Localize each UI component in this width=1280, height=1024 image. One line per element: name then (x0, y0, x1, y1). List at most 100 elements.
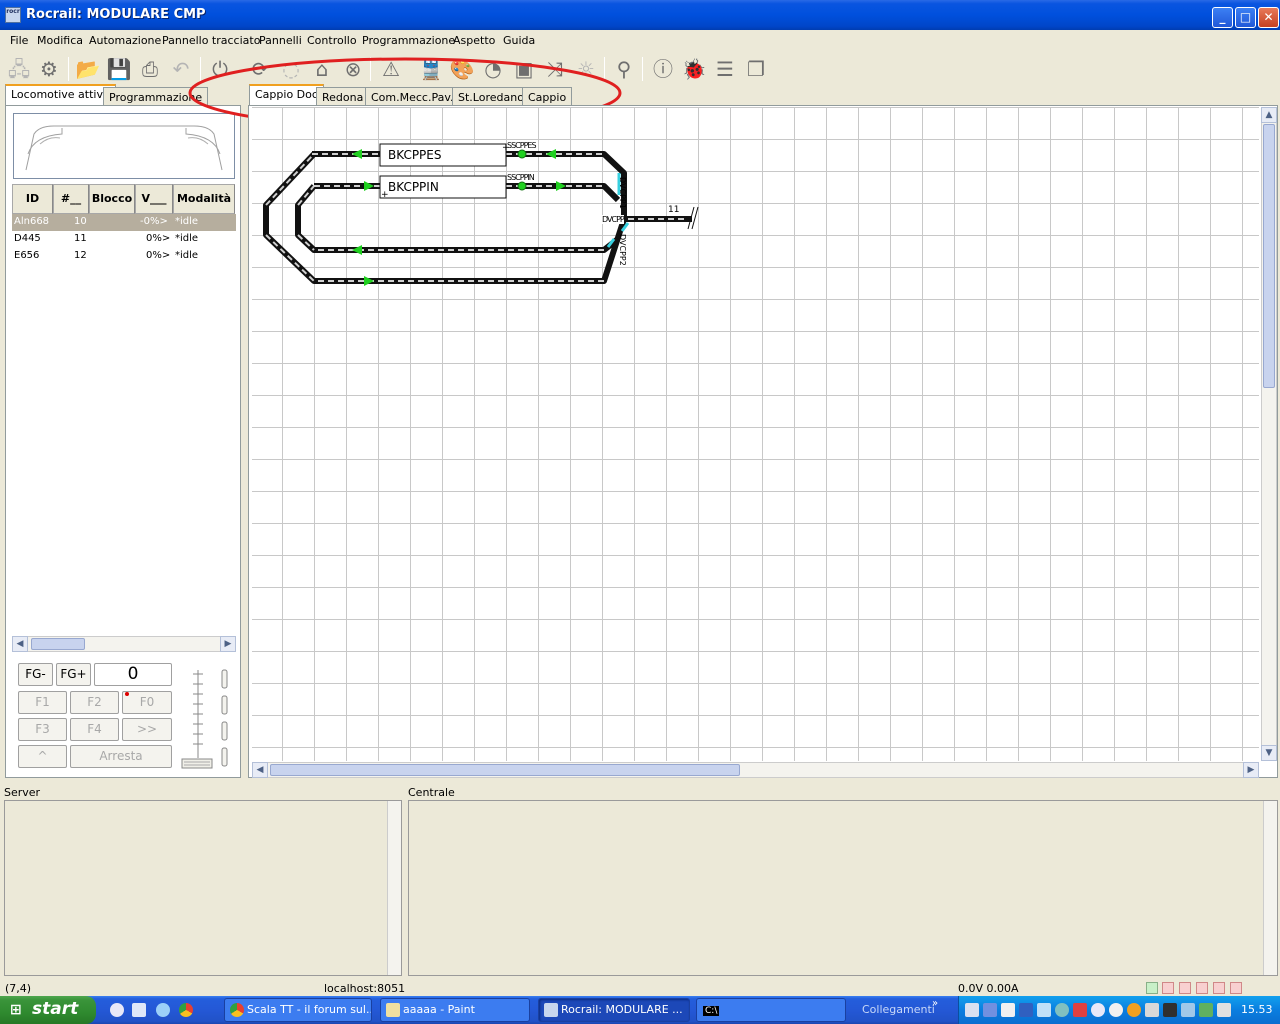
speed-display: 0 (94, 663, 172, 686)
menu-automazione[interactable]: Automazione (89, 34, 161, 47)
scroll-thumb[interactable] (270, 764, 740, 776)
links-expand-icon[interactable]: » (932, 998, 938, 1009)
menu-controllo[interactable]: Controllo (307, 34, 357, 47)
list-icon[interactable]: ☰ (712, 56, 738, 82)
save-icon[interactable]: 💾 (106, 56, 132, 82)
tray-icon[interactable] (1199, 1003, 1213, 1017)
col-mode-header[interactable]: Modalità (173, 184, 235, 214)
connect-icon[interactable]: 🖧 (6, 56, 32, 82)
switch-dvcpp1[interactable]: DVCPP1 (618, 177, 627, 209)
block-bkcppes[interactable]: BKCPPES (388, 148, 442, 162)
plan-hscrollbar[interactable]: ◀ ▶ (252, 762, 1259, 778)
tray-icon[interactable] (965, 1003, 979, 1017)
switch-dvcpp[interactable]: DVCPP (602, 215, 625, 224)
f0-button[interactable]: F0 (122, 691, 172, 714)
menu-aspetto[interactable]: Aspetto (453, 34, 495, 47)
volume-icon[interactable] (1145, 1003, 1159, 1017)
f3-button[interactable]: F3 (18, 718, 67, 741)
track-label-11: 11 (668, 205, 680, 215)
menu-file[interactable]: File (10, 34, 28, 47)
server-vscrollbar[interactable] (387, 801, 401, 975)
tray-icon[interactable] (1109, 1003, 1123, 1017)
fg-minus-button[interactable]: FG- (18, 663, 53, 686)
col-block-header[interactable]: Blocco (89, 184, 135, 214)
scroll-right-icon[interactable]: ▶ (220, 636, 236, 652)
bug-icon[interactable]: 🐞 (681, 56, 707, 82)
scroll-left-icon[interactable]: ◀ (252, 762, 268, 778)
task-rocrail[interactable]: Rocrail: MODULARE ... (538, 998, 690, 1022)
stop-button[interactable]: Arresta (70, 745, 172, 768)
track-plan-grid[interactable]: + + BKCPPES BKCPPIN SSCPPES SSCPPIN DVCP… (252, 107, 1259, 761)
status-led-green (1146, 982, 1158, 994)
col-num-header[interactable]: #__ (53, 184, 89, 214)
network-icon[interactable] (1217, 1003, 1231, 1017)
menu-pannelli[interactable]: Pannelli (259, 34, 302, 47)
speed-slider[interactable] (180, 664, 230, 770)
sensor-sscppin[interactable]: SSCPPIN (507, 173, 535, 182)
scroll-thumb[interactable] (1263, 124, 1275, 388)
table-row[interactable]: Aln668 10 -0%> *idle (12, 214, 236, 231)
menu-pannello-tracciato[interactable]: Pannello tracciato (162, 34, 260, 47)
tray-icon[interactable] (1073, 1003, 1087, 1017)
central-log-pane[interactable] (408, 800, 1278, 976)
menu-programmazione[interactable]: Programmazione (362, 34, 455, 47)
info-icon[interactable]: ⓘ (650, 56, 676, 82)
table-row[interactable]: E656 12 0%> *idle (12, 248, 236, 265)
more-functions-button[interactable]: >> (122, 718, 172, 741)
tray-icon[interactable] (1163, 1003, 1177, 1017)
table-row[interactable]: D445 11 0%> *idle (12, 231, 236, 248)
links-toolbar[interactable]: Collegamenti (862, 1003, 935, 1016)
sensor-sscppes[interactable]: SSCPPES (507, 141, 537, 150)
block-bkcppin[interactable]: BKCPPIN (388, 180, 439, 194)
close-button[interactable]: ✕ (1258, 7, 1279, 28)
server-log-pane[interactable] (4, 800, 402, 976)
tray-icon[interactable] (1127, 1003, 1141, 1017)
quicklaunch-chrome-icon[interactable] (179, 1003, 193, 1017)
tray-icon[interactable] (1055, 1003, 1069, 1017)
maximize-button[interactable]: □ (1235, 7, 1256, 28)
menu-modifica[interactable]: Modifica (37, 34, 83, 47)
settings-gear-icon[interactable]: ⚙ (36, 56, 62, 82)
track-layout[interactable]: + + (252, 107, 712, 307)
tray-icon[interactable] (1091, 1003, 1105, 1017)
status-host: localhost:8051 (324, 982, 406, 995)
print-icon[interactable]: ⎙ (137, 56, 163, 82)
tray-icon[interactable] (1001, 1003, 1015, 1017)
task-paint[interactable]: aaaaa - Paint (380, 998, 530, 1022)
status-led-red (1230, 982, 1242, 994)
quicklaunch-browser-icon[interactable] (156, 1003, 170, 1017)
pages-icon[interactable]: ❐ (743, 56, 769, 82)
central-vscrollbar[interactable] (1263, 801, 1277, 975)
direction-button[interactable]: ^ (18, 745, 67, 768)
col-speed-header[interactable]: V___ (135, 184, 173, 214)
col-id-header[interactable]: ID (12, 184, 53, 214)
loco-table-hscrollbar[interactable]: ◀ ▶ (12, 636, 236, 652)
scroll-up-icon[interactable]: ▲ (1261, 107, 1277, 123)
open-folder-icon[interactable]: 📂 (75, 56, 101, 82)
minimize-button[interactable]: _ (1212, 7, 1233, 28)
status-led-red (1213, 982, 1225, 994)
quicklaunch-media-icon[interactable] (110, 1003, 124, 1017)
title-bar: rocr Rocrail: MODULARE CMP _ □ ✕ (0, 0, 1280, 30)
task-scala-tt[interactable]: Scala TT - il forum sul... (224, 998, 372, 1022)
f4-button[interactable]: F4 (70, 718, 119, 741)
tray-icon[interactable] (1181, 1003, 1195, 1017)
f0-indicator (125, 692, 129, 696)
scroll-thumb[interactable] (31, 638, 85, 650)
quicklaunch-ie-icon[interactable] (132, 1003, 146, 1017)
plan-vscrollbar[interactable]: ▲ ▼ (1261, 107, 1277, 761)
scroll-left-icon[interactable]: ◀ (12, 636, 28, 652)
task-cmd[interactable]: C:\ (696, 998, 846, 1022)
menu-guida[interactable]: Guida (503, 34, 535, 47)
tray-icon[interactable] (1019, 1003, 1033, 1017)
scroll-down-icon[interactable]: ▼ (1261, 745, 1277, 761)
switch-dvcpp2[interactable]: DVCPP2 (618, 234, 627, 266)
f2-button[interactable]: F2 (70, 691, 119, 714)
tab-locomotive-attive[interactable]: Locomotive attive (5, 84, 116, 106)
fg-plus-button[interactable]: FG+ (56, 663, 91, 686)
tray-icon[interactable] (983, 1003, 997, 1017)
f1-button[interactable]: F1 (18, 691, 67, 714)
scroll-right-icon[interactable]: ▶ (1243, 762, 1259, 778)
start-button[interactable]: ⊞ start (0, 996, 96, 1024)
tray-icon[interactable] (1037, 1003, 1051, 1017)
